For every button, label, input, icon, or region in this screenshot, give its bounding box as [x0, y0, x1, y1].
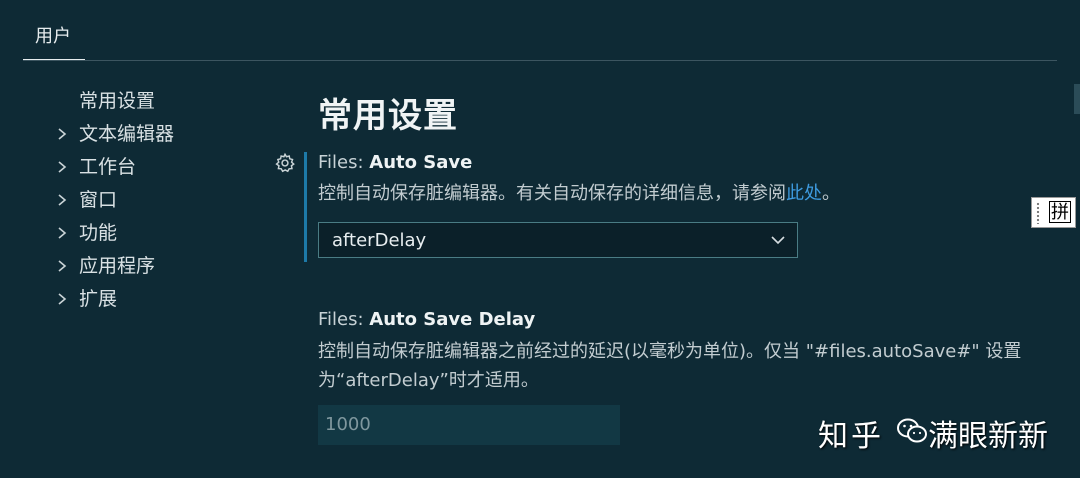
wechat-logo-icon [897, 418, 927, 443]
watermark-author: 满眼新新 [928, 419, 1048, 454]
description-line: 控制自动保存脏编辑器之前经过的延迟(以毫秒为单位)。仅当 "#files.aut… [318, 341, 1022, 362]
setting-key: Auto Save Delay [369, 309, 536, 330]
page-title: 常用设置 [318, 96, 458, 136]
scrollbar-thumb[interactable] [1074, 84, 1080, 114]
setting-category: Files: [318, 309, 370, 330]
setting-description-auto-save: 控制自动保存脏编辑器。有关自动保存的详细信息，请参阅此处。 [318, 179, 1058, 208]
setting-title-auto-save: Files: Auto Save [318, 152, 472, 173]
setting-description-auto-save-delay: 控制自动保存脏编辑器之前经过的延迟(以毫秒为单位)。仅当 "#files.aut… [318, 337, 1058, 395]
focused-setting-indicator [304, 152, 307, 262]
toc-item-label: 工作台 [79, 156, 137, 178]
auto-save-delay-input[interactable]: 1000 [318, 405, 620, 445]
settings-toc: 常用设置 文本编辑器 工作台 窗口 功能 应用程序 扩展 [50, 86, 280, 317]
watermark-site: 知乎 [818, 419, 884, 454]
chevron-right-icon [58, 128, 67, 140]
setting-key: Auto Save [369, 152, 473, 173]
details-link[interactable]: 此处 [786, 183, 822, 204]
toc-item-label: 功能 [79, 222, 118, 244]
toc-item-label: 常用设置 [79, 90, 156, 112]
toc-item-application[interactable]: 应用程序 [50, 251, 280, 284]
chevron-right-icon [58, 260, 67, 272]
tab-user[interactable]: 用户 [23, 22, 85, 60]
toc-item-features[interactable]: 功能 [50, 218, 280, 251]
ime-mode-label: 拼 [1049, 201, 1071, 223]
ime-indicator[interactable]: 拼 [1031, 197, 1076, 228]
chevron-right-icon [58, 161, 67, 173]
toc-item-text-editor[interactable]: 文本编辑器 [50, 119, 280, 152]
toc-item-label: 应用程序 [79, 255, 156, 277]
toc-item-workbench[interactable]: 工作台 [50, 152, 280, 185]
chevron-down-icon [771, 236, 785, 245]
setting-title-auto-save-delay: Files: Auto Save Delay [318, 309, 535, 330]
toc-item-label: 文本编辑器 [79, 123, 175, 145]
chevron-right-icon [58, 194, 67, 206]
auto-save-dropdown[interactable]: afterDelay [318, 222, 798, 258]
drag-handle-icon[interactable] [1036, 202, 1040, 224]
description-text: 。 [822, 183, 840, 204]
toc-item-window[interactable]: 窗口 [50, 185, 280, 218]
gear-icon[interactable] [274, 152, 296, 174]
dropdown-value: afterDelay [332, 230, 427, 251]
settings-main: 常用设置 Files: Auto Save 控制自动保存脏编辑器。有关自动保存的… [275, 0, 1058, 478]
setting-category: Files: [318, 152, 370, 173]
toc-item-common[interactable]: 常用设置 [50, 86, 280, 119]
description-line: 为“afterDelay”时才适用。 [318, 370, 539, 391]
toc-item-label: 窗口 [79, 189, 118, 211]
chevron-right-icon [58, 293, 67, 305]
toc-item-extensions[interactable]: 扩展 [50, 284, 280, 317]
chevron-right-icon [58, 227, 67, 239]
settings-window: 用户 常用设置 文本编辑器 工作台 窗口 功能 应用程序 扩展 常用设置 Fil… [0, 0, 1080, 478]
description-text: 控制自动保存脏编辑器。有关自动保存的详细信息，请参阅 [318, 183, 786, 204]
toc-item-label: 扩展 [79, 288, 118, 310]
